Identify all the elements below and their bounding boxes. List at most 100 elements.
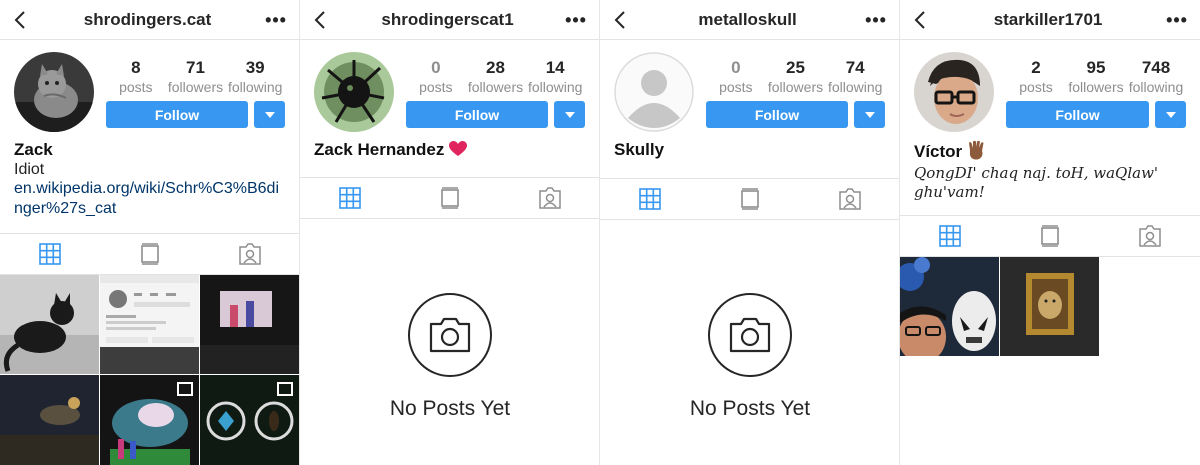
feed-icon xyxy=(141,243,159,265)
profile-username: metalloskull xyxy=(698,9,797,29)
avatar[interactable] xyxy=(914,52,994,132)
screens-row: shrodingers.cat ••• 8 posts 71 followers… xyxy=(0,0,1200,465)
caret-down-icon xyxy=(264,111,275,118)
post-thumbnail[interactable] xyxy=(200,375,299,465)
posts-grid xyxy=(900,257,1200,357)
tab-tagged[interactable] xyxy=(520,178,580,218)
post-thumbnail[interactable] xyxy=(100,375,200,465)
tab-feed[interactable] xyxy=(420,178,480,218)
post-thumbnail[interactable] xyxy=(100,275,200,375)
tab-tagged[interactable] xyxy=(820,179,880,219)
posts-label: posts xyxy=(119,79,153,95)
tab-grid[interactable] xyxy=(20,234,80,274)
avatar-placeholder[interactable] xyxy=(614,52,694,132)
profile-bio: Zack Hernandez xyxy=(300,132,599,160)
profile-screen-starkiller1701: starkiller1701 ••• 2 posts 95 followers … xyxy=(900,0,1200,465)
vulcan-salute-emoji xyxy=(968,140,984,160)
profile-tabs xyxy=(900,215,1200,257)
empty-posts-state: No Posts Yet xyxy=(300,293,599,421)
followers-stat[interactable]: 71 followers xyxy=(166,58,226,95)
suggestions-dropdown-button[interactable] xyxy=(1155,101,1186,128)
follow-button[interactable]: Follow xyxy=(1006,101,1149,128)
profile-bio: Skully xyxy=(600,132,899,160)
camera-icon xyxy=(408,293,492,377)
profile-stats: 8 posts 71 followers 39 following xyxy=(106,52,285,95)
follow-button[interactable]: Follow xyxy=(706,101,848,128)
tab-feed[interactable] xyxy=(720,179,780,219)
profile-screen-shrodingerscat1: shrodingerscat1 ••• 0 posts 28 followers… xyxy=(300,0,600,465)
tab-feed[interactable] xyxy=(1020,216,1080,256)
posts-stat: 2 posts xyxy=(1006,58,1066,95)
posts-label: posts xyxy=(719,79,753,95)
profile-stats: 2 posts 95 followers 748 following xyxy=(1006,52,1186,95)
followers-count: 71 xyxy=(186,58,205,77)
back-icon[interactable] xyxy=(10,8,30,32)
profile-header: 0 posts 25 followers 74 following Follow xyxy=(600,40,899,132)
posts-stat: 0 posts xyxy=(406,58,466,95)
tab-tagged[interactable] xyxy=(220,234,280,274)
followers-stat[interactable]: 25 followers xyxy=(766,58,826,95)
camera-icon xyxy=(708,293,792,377)
tab-tagged[interactable] xyxy=(1120,216,1180,256)
grid-icon xyxy=(639,188,661,210)
posts-stat: 0 posts xyxy=(706,58,766,95)
followers-count: 95 xyxy=(1086,58,1106,77)
bio-text: QongDI' chaq naj. toH, waQlaw' ghu'vam! xyxy=(914,164,1159,201)
post-thumbnail[interactable] xyxy=(900,257,1000,357)
tagged-person-icon xyxy=(239,243,261,265)
following-label: following xyxy=(827,79,883,95)
following-stat[interactable]: 748 following xyxy=(1126,58,1186,95)
profile-actions: Follow xyxy=(406,101,585,128)
more-options-icon[interactable]: ••• xyxy=(565,11,587,29)
following-stat[interactable]: 39 following xyxy=(225,58,285,95)
profile-bio: Víctor QongDI' chaq naj. toH, waQlaw' gh… xyxy=(900,132,1200,202)
profile-tabs xyxy=(0,233,299,275)
back-icon[interactable] xyxy=(910,8,930,32)
more-options-icon[interactable]: ••• xyxy=(1166,11,1188,29)
profile-bio: Zack Idiot en.wikipedia.org/wiki/Schr%C3… xyxy=(0,132,299,219)
post-thumbnail[interactable] xyxy=(1000,257,1100,357)
followers-stat[interactable]: 28 followers xyxy=(466,58,526,95)
post-thumbnail[interactable] xyxy=(0,275,100,375)
follow-button[interactable]: Follow xyxy=(106,101,248,128)
avatar[interactable] xyxy=(314,52,394,132)
profile-stats: 0 posts 28 followers 14 following xyxy=(406,52,585,95)
tagged-person-icon xyxy=(539,187,561,209)
followers-stat[interactable]: 95 followers xyxy=(1066,58,1126,95)
no-posts-text: No Posts Yet xyxy=(389,397,511,420)
followers-label: followers xyxy=(1068,79,1124,95)
bio-text: Idiot xyxy=(14,161,45,178)
tab-grid[interactable] xyxy=(620,179,680,219)
posts-label: posts xyxy=(1019,79,1053,95)
profile-header: 2 posts 95 followers 748 following Follo… xyxy=(900,40,1200,132)
profile-name: Zack xyxy=(14,140,53,159)
profile-header: 0 posts 28 followers 14 following Follow xyxy=(300,40,599,132)
post-thumbnail[interactable] xyxy=(200,275,299,375)
following-stat[interactable]: 74 following xyxy=(825,58,885,95)
more-options-icon[interactable]: ••• xyxy=(865,11,887,29)
profile-actions: Follow xyxy=(106,101,285,128)
avatar[interactable] xyxy=(14,52,94,132)
following-label: following xyxy=(527,79,583,95)
more-options-icon[interactable]: ••• xyxy=(265,11,287,29)
following-stat[interactable]: 14 following xyxy=(525,58,585,95)
suggestions-dropdown-button[interactable] xyxy=(854,101,885,128)
following-count: 74 xyxy=(845,58,865,77)
suggestions-dropdown-button[interactable] xyxy=(254,101,285,128)
follow-button[interactable]: Follow xyxy=(406,101,548,128)
tab-grid[interactable] xyxy=(920,216,980,256)
post-thumbnail[interactable] xyxy=(0,375,100,465)
profile-username: starkiller1701 xyxy=(993,9,1103,29)
posts-count: 2 xyxy=(1031,58,1041,77)
caret-down-icon xyxy=(864,111,875,118)
bio-link[interactable]: en.wikipedia.org/wiki/Schr%C3%B6dinger%2… xyxy=(14,179,285,219)
suggestions-dropdown-button[interactable] xyxy=(554,101,585,128)
profile-name-row: Víctor xyxy=(914,140,1186,162)
followers-label: followers xyxy=(467,79,524,95)
profile-name: Skully xyxy=(614,140,665,159)
posts-count: 8 xyxy=(131,58,141,77)
back-icon[interactable] xyxy=(310,8,330,32)
tab-grid[interactable] xyxy=(320,178,380,218)
back-icon[interactable] xyxy=(610,8,630,32)
tab-feed[interactable] xyxy=(120,234,180,274)
